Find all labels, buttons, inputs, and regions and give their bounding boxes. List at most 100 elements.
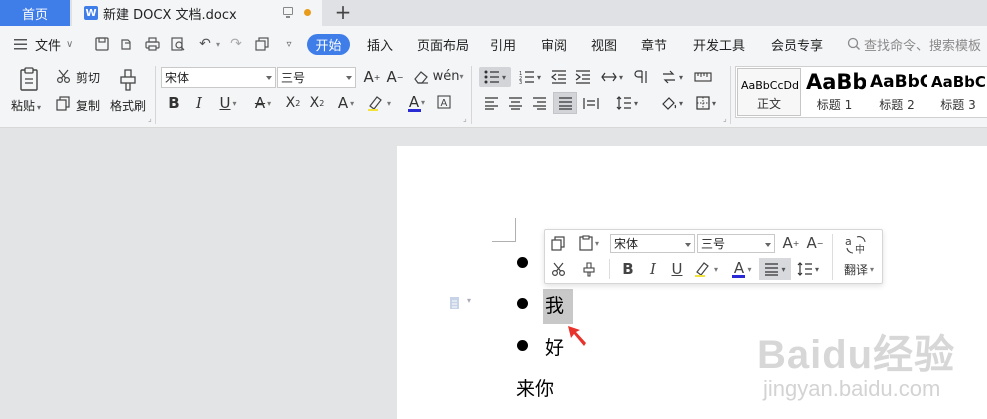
highlight-icon[interactable]: ▾ (692, 260, 720, 278)
underline-icon[interactable]: U ▾ (215, 94, 241, 112)
tab-insert-label: 插入 (367, 38, 394, 54)
clipboard-group-expand-icon[interactable]: ⌟ (148, 114, 152, 123)
list-item-text[interactable]: 好 (545, 333, 564, 360)
show-hide-marks-icon[interactable] (633, 68, 651, 86)
scissors-icon[interactable] (55, 68, 71, 84)
grow-font-icon[interactable]: A + (782, 234, 800, 252)
shading-icon[interactable]: ▾ (658, 93, 686, 113)
tab-member[interactable]: 会员专享 (771, 26, 823, 62)
line-spacing-icon[interactable]: ▾ (613, 93, 641, 113)
clear-format-icon[interactable] (412, 68, 430, 86)
watermark-main-text: Baidu经验 (757, 333, 956, 377)
paste-icon[interactable] (17, 66, 41, 92)
superscript-icon[interactable]: X2 (283, 94, 303, 112)
copy-page-icon[interactable] (254, 36, 270, 52)
tab-view[interactable]: 视图 (591, 26, 617, 62)
align-left-icon[interactable] (483, 95, 499, 111)
bold-icon[interactable]: B (619, 260, 637, 278)
align-right-icon[interactable] (531, 95, 547, 111)
style-name: 正文 (756, 97, 781, 111)
font-color-icon[interactable]: A ▾ (728, 259, 756, 279)
new-tab-button[interactable]: + (333, 1, 353, 23)
underline-icon[interactable]: U (668, 260, 686, 278)
align-center-icon[interactable] (507, 95, 523, 111)
format-painter-label[interactable]: 格式刷 (110, 97, 146, 114)
justify-icon[interactable] (553, 92, 577, 114)
increase-indent-icon[interactable] (574, 68, 592, 86)
hamburger-menu-icon[interactable] (13, 36, 29, 52)
style-normal[interactable]: AaBbCcDd 正文 (737, 68, 801, 116)
tab-section[interactable]: 章节 (641, 26, 667, 62)
tab-developer[interactable]: 开发工具 (693, 26, 745, 62)
text-effect-icon[interactable]: A ▾ (333, 94, 359, 112)
tab-references[interactable]: 引用 (490, 26, 516, 62)
copy-icon[interactable] (55, 95, 71, 111)
chevron-down-icon[interactable]: ▾ (421, 98, 425, 107)
more-dropdown-icon[interactable]: ▿ (281, 36, 297, 52)
copy-label[interactable]: 复制 (76, 97, 100, 114)
bold-icon[interactable]: B (166, 94, 182, 112)
undo-dropdown-icon[interactable]: ▾ (210, 36, 226, 52)
translate-button[interactable]: 翻译 ▾ (841, 261, 877, 277)
save-icon[interactable] (94, 36, 110, 52)
shrink-font-icon[interactable]: A − (386, 68, 404, 86)
style-heading-1[interactable]: AaBb 标题 1 (803, 68, 866, 116)
font-size-select[interactable]: 三号 (277, 67, 356, 88)
character-border-icon[interactable]: A (436, 94, 452, 110)
paste-button[interactable]: 粘贴 ▾ (11, 97, 41, 114)
divider (471, 66, 472, 124)
phonetic-guide-icon[interactable]: wén ▾ (433, 67, 464, 85)
font-group-expand-icon[interactable]: ⌟ (463, 114, 467, 123)
command-search[interactable]: 查找命令、搜索模板 (847, 26, 981, 62)
font-name-select[interactable]: 宋体 (161, 67, 276, 88)
mini-font-name-select[interactable]: 宋体 (610, 234, 695, 253)
shrink-font-icon[interactable]: A − (806, 234, 824, 252)
grow-font-icon[interactable]: A + (363, 68, 381, 86)
italic-icon[interactable]: I (191, 94, 207, 112)
tab-start[interactable]: 开始 (307, 34, 350, 55)
ruler-icon[interactable] (692, 68, 714, 86)
chevron-down-icon[interactable]: ▾ (467, 296, 471, 305)
print-icon[interactable] (144, 36, 160, 52)
decrease-indent-icon[interactable] (550, 68, 568, 86)
chinese-layout-icon[interactable]: ▾ (598, 67, 626, 87)
monitor-icon[interactable] (283, 7, 293, 18)
style-heading-3[interactable]: AaBbC 标题 3 (928, 68, 987, 116)
italic-icon[interactable]: I (644, 260, 662, 278)
paragraph-handle-icon[interactable] (449, 296, 461, 310)
line-spacing-icon[interactable]: ▾ (793, 259, 823, 279)
margin-corner-mark (492, 218, 516, 242)
baidu-watermark: Baidu经验 jingyan.baidu.com (757, 320, 962, 415)
print-preview-icon[interactable] (170, 36, 186, 52)
tab-insert[interactable]: 插入 (367, 26, 393, 62)
scissors-icon[interactable] (549, 260, 567, 278)
copy-icon[interactable] (549, 234, 567, 252)
divider (609, 259, 610, 279)
align-justify-icon[interactable]: ▾ (759, 258, 791, 280)
file-menu[interactable]: 文件 ∨ (35, 26, 73, 62)
paste-icon[interactable]: ▾ (574, 234, 604, 252)
distributed-align-icon[interactable] (582, 95, 600, 111)
redo-icon[interactable]: ↷ (228, 36, 244, 52)
tab-page-layout[interactable]: 页面布局 (417, 26, 469, 62)
export-icon[interactable] (118, 36, 134, 52)
style-heading-2[interactable]: AaBbC 标题 2 (867, 68, 927, 116)
format-painter-icon[interactable] (117, 66, 139, 92)
highlight-icon[interactable]: ▾ (365, 94, 393, 112)
format-painter-icon[interactable] (580, 260, 598, 278)
bullet-list-icon[interactable]: ▾ (479, 67, 511, 87)
subscript-icon[interactable]: X2 (307, 94, 327, 112)
mini-font-size-select[interactable]: 三号 (697, 234, 775, 253)
numbered-list-icon[interactable]: 1 2 3 ▾ (516, 67, 544, 87)
paragraph-group-expand-icon[interactable]: ⌟ (723, 114, 727, 123)
tab-home[interactable]: 首页 (0, 0, 70, 26)
translate-icon[interactable]: a中 (843, 234, 869, 256)
command-search-placeholder: 查找命令、搜索模板 (864, 38, 982, 54)
borders-icon[interactable]: ▾ (692, 93, 720, 113)
strikethrough-icon[interactable]: A ▾ (250, 94, 276, 112)
tab-review[interactable]: 审阅 (541, 26, 567, 62)
paragraph-text[interactable]: 来你 (516, 374, 554, 401)
cut-label[interactable]: 剪切 (76, 69, 100, 86)
text-direction-icon[interactable]: ▾ (658, 67, 686, 87)
list-item-text[interactable]: 我 (545, 291, 564, 318)
